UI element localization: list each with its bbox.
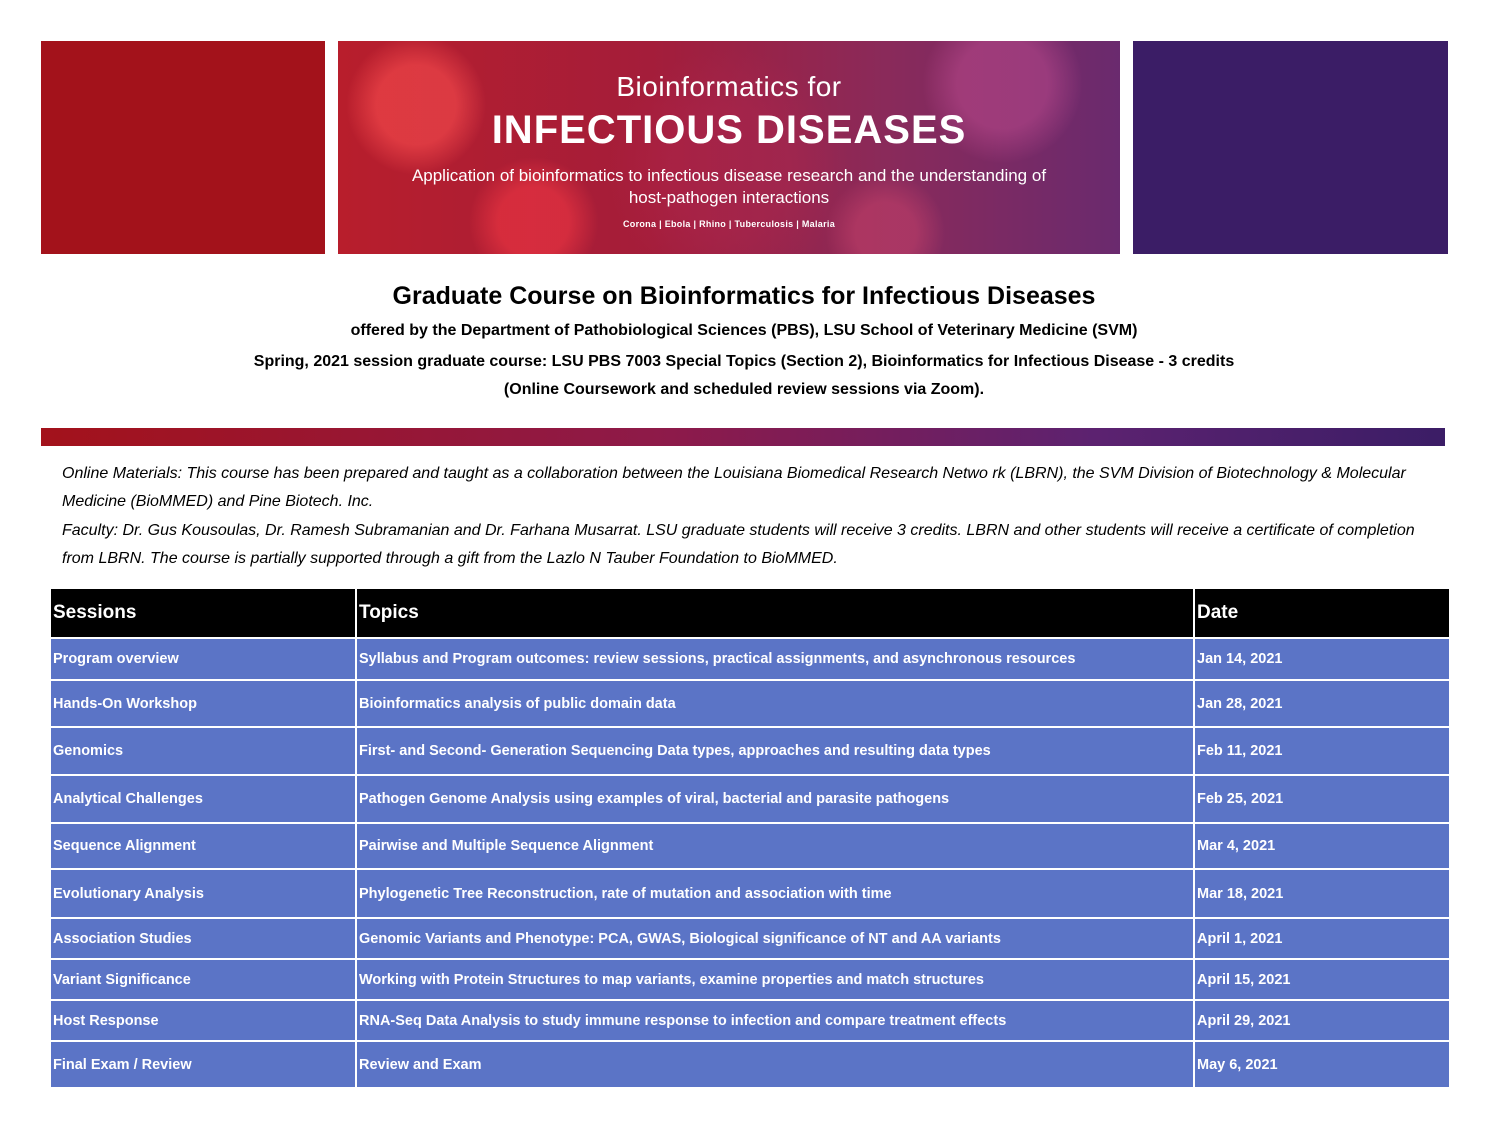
session-cell: Analytical Challenges	[51, 774, 356, 823]
session-cell: Hands-On Workshop	[51, 679, 356, 727]
header-sessions: Sessions	[51, 589, 356, 638]
date-cell: Jan 28, 2021	[1193, 679, 1449, 727]
topic-cell: Pairwise and Multiple Sequence Alignment	[355, 822, 1194, 869]
topic-cell: Working with Protein Structures to map v…	[355, 958, 1194, 1000]
table-row: Program overview Syllabus and Program ou…	[51, 637, 1449, 680]
topic-cell: Syllabus and Program outcomes: review se…	[355, 637, 1194, 680]
faculty-note: Faculty: Dr. Gus Kousoulas, Dr. Ramesh S…	[62, 522, 1415, 567]
date-cell: May 6, 2021	[1193, 1040, 1449, 1087]
table-row: Hands-On Workshop Bioinformatics analysi…	[51, 679, 1449, 727]
table-row: Evolutionary Analysis Phylogenetic Tree …	[51, 868, 1449, 918]
format-line: (Online Coursework and scheduled review …	[503, 381, 985, 398]
date-cell: April 29, 2021	[1193, 999, 1449, 1041]
topic-cell: Bioinformatics analysis of public domain…	[355, 679, 1194, 727]
session-cell: Program overview	[51, 637, 356, 680]
session-line: Spring, 2021 session graduate course: LS…	[253, 353, 1235, 370]
page-title: Graduate Course on Bioinformatics for In…	[392, 282, 1096, 310]
topic-cell: Pathogen Genome Analysis using examples …	[355, 774, 1194, 823]
course-banner-image: Bioinformatics for INFECTIOUS DISEASES A…	[338, 41, 1120, 254]
session-cell: Host Response	[51, 999, 356, 1041]
offered-by-line: offered by the Department of Pathobiolog…	[350, 322, 1138, 339]
banner-left-panel	[41, 41, 325, 254]
table-row: Sequence Alignment Pairwise and Multiple…	[51, 822, 1449, 869]
session-cell: Association Studies	[51, 917, 356, 959]
table-row: Association Studies Genomic Variants and…	[51, 917, 1449, 959]
topic-cell: Phylogenetic Tree Reconstruction, rate o…	[355, 868, 1194, 918]
date-cell: Feb 25, 2021	[1193, 774, 1449, 823]
table-row: Host Response RNA-Seq Data Analysis to s…	[51, 999, 1449, 1041]
banner-subtitle: Application of bioinformatics to infecti…	[411, 166, 1047, 207]
topic-cell: RNA-Seq Data Analysis to study immune re…	[355, 999, 1194, 1041]
session-cell: Evolutionary Analysis	[51, 868, 356, 918]
date-cell: Mar 4, 2021	[1193, 822, 1449, 869]
header-topics: Topics	[355, 589, 1194, 638]
date-cell: Mar 18, 2021	[1193, 868, 1449, 918]
banner-disease-tags: Corona | Ebola | Rhino | Tuberculosis | …	[622, 219, 836, 229]
date-cell: April 15, 2021	[1193, 958, 1449, 1000]
table-row: Analytical Challenges Pathogen Genome An…	[51, 774, 1449, 823]
session-cell: Final Exam / Review	[51, 1040, 356, 1087]
session-cell: Genomics	[51, 726, 356, 775]
topic-cell: First- and Second- Generation Sequencing…	[355, 726, 1194, 775]
topic-cell: Genomic Variants and Phenotype: PCA, GWA…	[355, 917, 1194, 959]
banner-small-title: Bioinformatics for	[616, 71, 842, 102]
table-row: Variant Significance Working with Protei…	[51, 958, 1449, 1000]
session-cell: Sequence Alignment	[51, 822, 356, 869]
date-cell: Jan 14, 2021	[1193, 637, 1449, 680]
date-cell: April 1, 2021	[1193, 917, 1449, 959]
banner-big-title: INFECTIOUS DISEASES	[491, 108, 967, 152]
topic-cell: Review and Exam	[355, 1040, 1194, 1087]
online-materials-note: Online Materials: This course has been p…	[62, 465, 1406, 510]
table-row: Genomics First- and Second- Generation S…	[51, 726, 1449, 775]
session-cell: Variant Significance	[51, 958, 356, 1000]
schedule-table: Sessions Topics Date Program overview Sy…	[51, 589, 1449, 1087]
table-row: Final Exam / Review Review and Exam May …	[51, 1040, 1449, 1087]
header-date: Date	[1193, 589, 1449, 638]
banner-right-panel	[1133, 41, 1448, 254]
table-header-row: Sessions Topics Date	[51, 589, 1449, 638]
date-cell: Feb 11, 2021	[1193, 726, 1449, 775]
gradient-divider	[41, 428, 1445, 446]
